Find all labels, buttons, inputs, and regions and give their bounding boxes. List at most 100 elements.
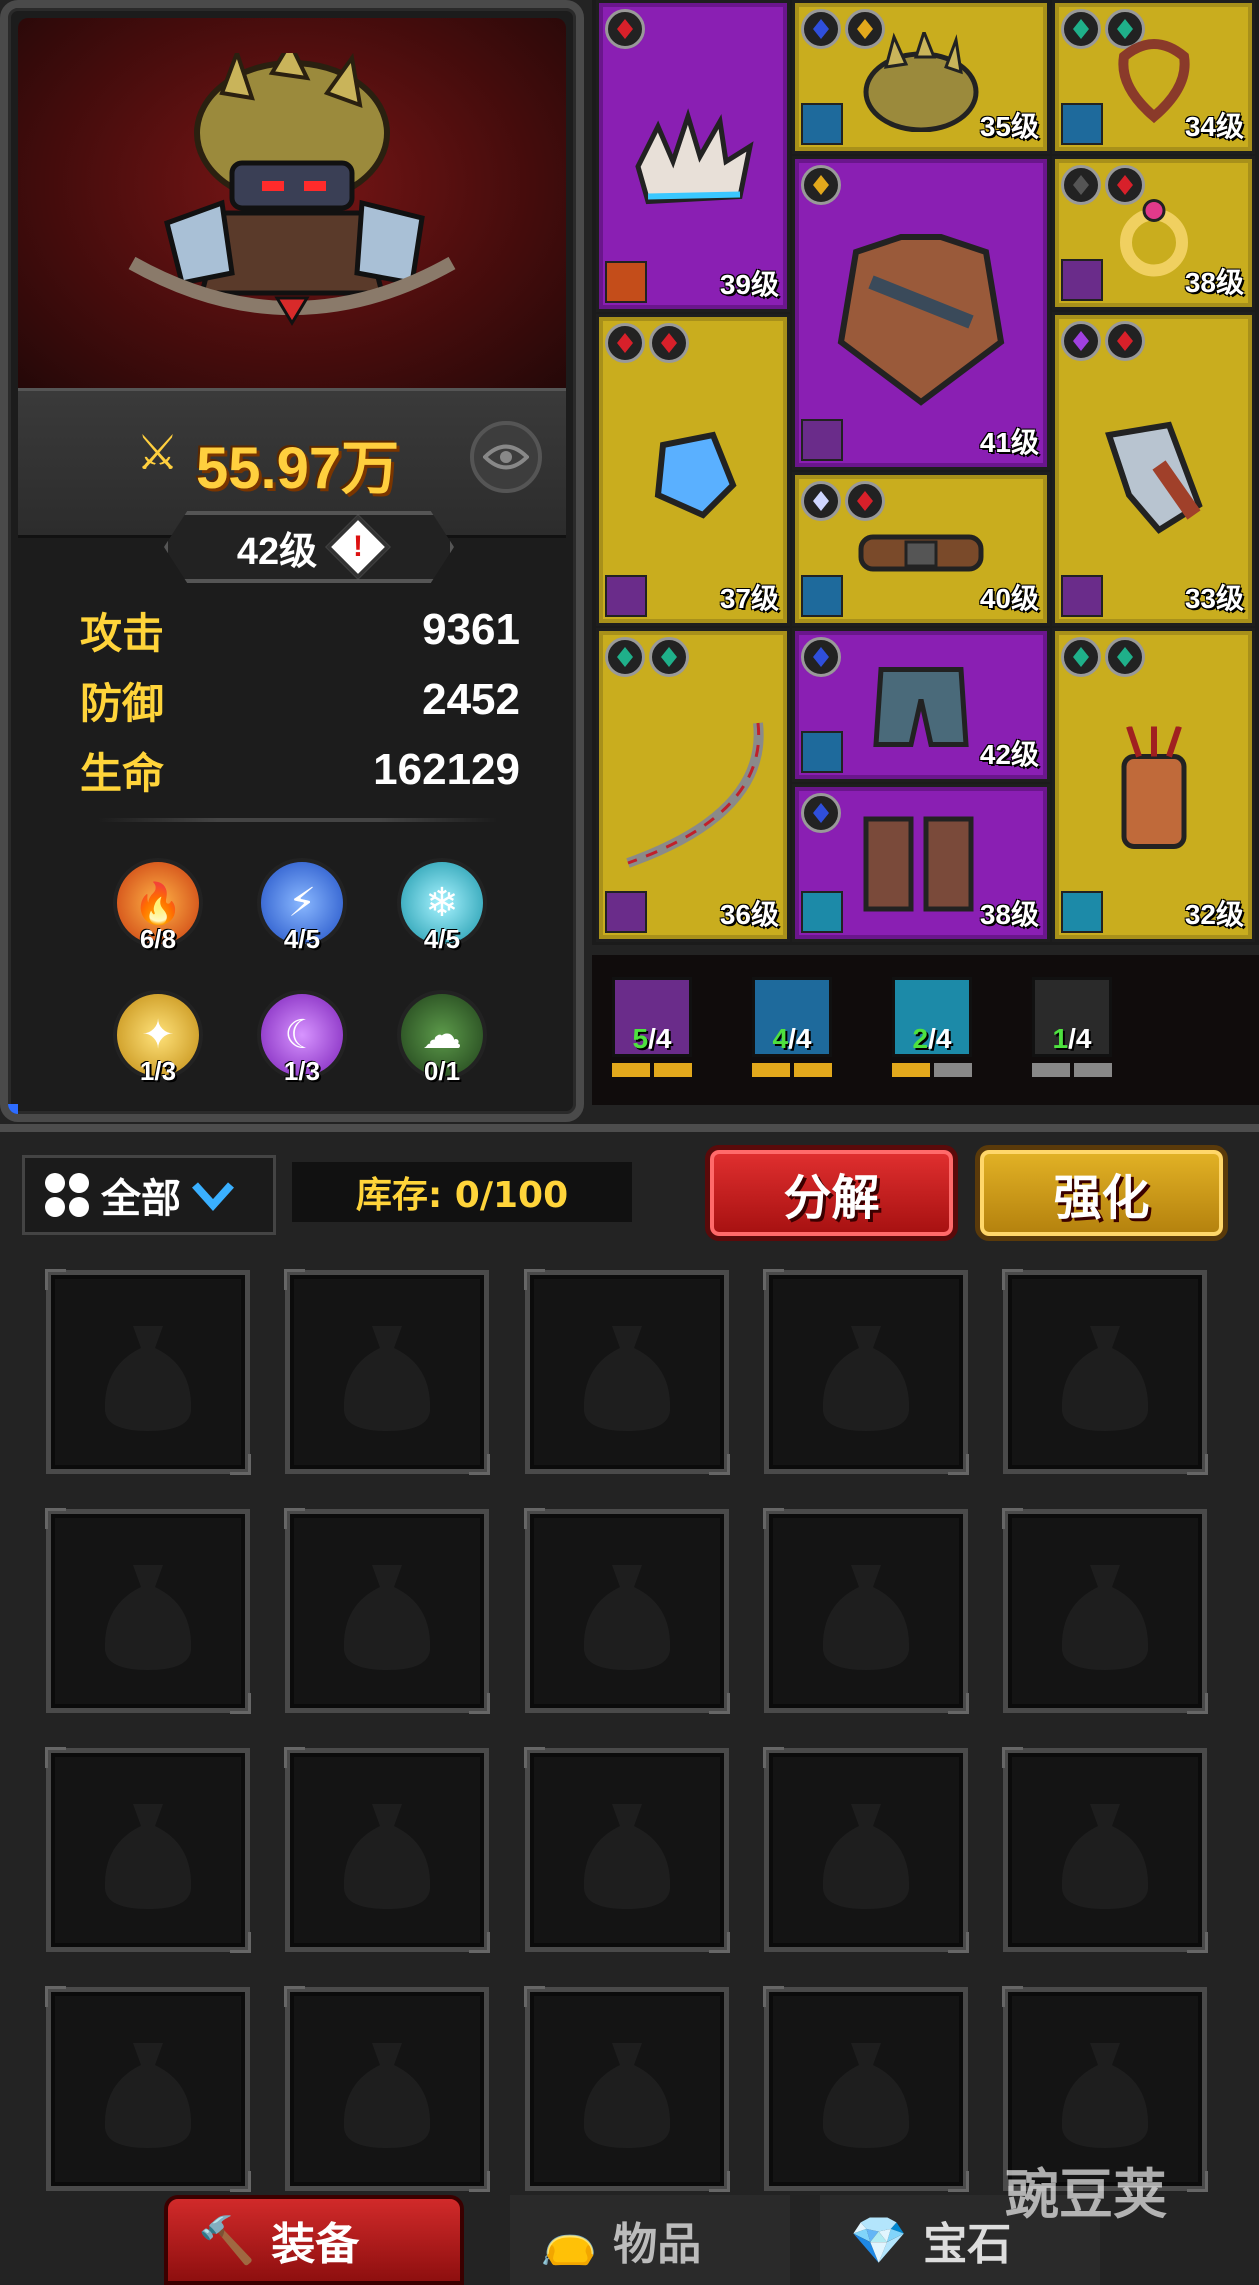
element-poison[interactable]: ☁ 0/1 [392, 990, 492, 1110]
set-blades-icon [605, 575, 647, 617]
equip-slot-gauntlet[interactable]: 37级 [596, 314, 790, 626]
set-bonus-shadow[interactable]: 1/4 [1032, 977, 1112, 1077]
hero-character-icon [128, 53, 456, 326]
inventory-slot[interactable] [524, 1747, 730, 1953]
spiked-helmet-icon [863, 32, 979, 132]
empty-bag-icon [104, 1803, 192, 1909]
set-vortex-icon [801, 891, 843, 933]
gem-socket [1105, 321, 1145, 361]
element-ice[interactable]: ❄ 4/5 [392, 858, 492, 978]
empty-bag-icon [583, 1803, 671, 1909]
set-bonus-storm[interactable]: 4/4 [752, 977, 832, 1077]
tab-items[interactable]: 👝 物品 [510, 2195, 790, 2285]
inventory-slot[interactable] [45, 1269, 251, 1475]
gem-socket [649, 323, 689, 363]
set-bonus-vortex[interactable]: 2/4 [892, 977, 972, 1077]
inventory-slot[interactable] [763, 1986, 969, 2192]
set-count: 5/4 [632, 1023, 672, 1054]
belt-icon [858, 534, 984, 572]
equip-slot-ring[interactable]: 38级 [1052, 156, 1255, 310]
set-fire-icon [605, 261, 647, 303]
empty-bag-icon [104, 1325, 192, 1431]
category-filter-dropdown[interactable]: 全部 [22, 1155, 276, 1235]
gem-socket [649, 637, 689, 677]
gem-socket [801, 165, 841, 205]
equip-slot-quiver[interactable]: 32级 [1052, 628, 1255, 942]
inventory-slot[interactable] [524, 1269, 730, 1475]
inventory-slot[interactable] [524, 1508, 730, 1714]
inventory-slot[interactable] [1002, 1269, 1208, 1475]
inventory-slot[interactable] [763, 1269, 969, 1475]
gem-socket [801, 481, 841, 521]
inventory-slot[interactable] [763, 1508, 969, 1714]
element-arcane[interactable]: ☾ 1/3 [252, 990, 352, 1110]
set-blades-icon [1061, 259, 1103, 301]
gem-socket [605, 637, 645, 677]
gem-socket [801, 793, 841, 833]
empty-bag-icon [1061, 1564, 1149, 1670]
empty-bag-icon [343, 1564, 431, 1670]
gem-socket [1061, 9, 1101, 49]
empty-bag-icon [1061, 1803, 1149, 1909]
equip-slot-amulet[interactable]: 34级 [1052, 0, 1255, 154]
crossed-swords-icon: ⚔ [136, 425, 180, 481]
set-storm-icon [801, 575, 843, 617]
inventory-slot[interactable] [45, 1508, 251, 1714]
hero-level-badge[interactable]: 42级 ! [164, 511, 454, 583]
inventory-slot[interactable] [1002, 1747, 1208, 1953]
stat-row-attack: 攻击 9361 [80, 598, 520, 662]
tab-equipment[interactable]: 🔨 装备 [164, 2195, 464, 2285]
element-holy[interactable]: ✦ 1/3 [108, 990, 208, 1110]
eye-icon [483, 444, 529, 470]
equip-slot-helmet[interactable]: 35级 [792, 0, 1050, 154]
equip-level: 41级 [979, 427, 1039, 458]
element-lightning[interactable]: ⚡ 4/5 [252, 858, 352, 978]
chevron-down-icon [192, 1182, 234, 1211]
empty-bag-icon [343, 2042, 431, 2148]
element-count: 4/5 [283, 924, 321, 954]
gem-socket [605, 9, 645, 49]
set-count: 1/4 [1052, 1023, 1092, 1054]
spiked-claw-icon [635, 108, 754, 205]
equip-slot-armor[interactable]: 41级 [792, 156, 1050, 470]
equip-slot-weapon[interactable]: 39级 [596, 0, 790, 312]
equip-slot-bow[interactable]: 36级 [596, 628, 790, 942]
bracer-icon [1104, 421, 1203, 534]
equip-slot-bracer[interactable]: 33级 [1052, 312, 1255, 626]
hero-panel: ⚔ 55.97万 42级 ! 攻击 9361 防御 2452 生命 162129… [0, 0, 584, 1122]
inventory-slot[interactable] [45, 1986, 251, 2192]
filter-label: 全部 [101, 1176, 181, 1222]
inventory-slot[interactable] [284, 1269, 490, 1475]
pants-icon [873, 667, 969, 747]
element-count: 0/1 [423, 1056, 461, 1086]
equip-level: 38级 [979, 899, 1039, 930]
inventory-slot[interactable] [524, 1986, 730, 2192]
empty-bag-icon [822, 2042, 910, 2148]
inventory-slot[interactable] [763, 1747, 969, 1953]
tab-label: 物品 [613, 2219, 702, 2270]
set-bonus-blades[interactable]: 5/4 [612, 977, 692, 1077]
equip-slot-belt[interactable]: 40级 [792, 472, 1050, 626]
set-blades-icon [1061, 575, 1103, 617]
decompose-button[interactable]: 分解 [705, 1145, 958, 1241]
exclamation-icon[interactable]: ! [325, 514, 391, 580]
equip-slot-pants[interactable]: 42级 [792, 628, 1050, 782]
inventory-slot[interactable] [284, 1508, 490, 1714]
equip-slot-boots[interactable]: 38级 [792, 784, 1050, 942]
stat-row-defense: 防御 2452 [80, 668, 520, 732]
gem-socket [1061, 321, 1101, 361]
inventory-slot[interactable] [45, 1747, 251, 1953]
element-fire[interactable]: 🔥 6/8 [108, 858, 208, 978]
empty-bag-icon [822, 1803, 910, 1909]
view-eye-button[interactable] [470, 421, 542, 493]
inventory-slot[interactable] [284, 1986, 490, 2192]
set-count: 4/4 [772, 1023, 812, 1054]
hero-portrait[interactable] [18, 18, 566, 388]
set-count: 2/4 [912, 1023, 952, 1054]
empty-bag-icon [1061, 1325, 1149, 1431]
inventory-slot[interactable] [284, 1747, 490, 1953]
equip-level: 42级 [979, 739, 1039, 770]
upgrade-button[interactable]: 强化 [975, 1145, 1228, 1241]
tab-label: 装备 [271, 2219, 360, 2270]
inventory-slot[interactable] [1002, 1508, 1208, 1714]
